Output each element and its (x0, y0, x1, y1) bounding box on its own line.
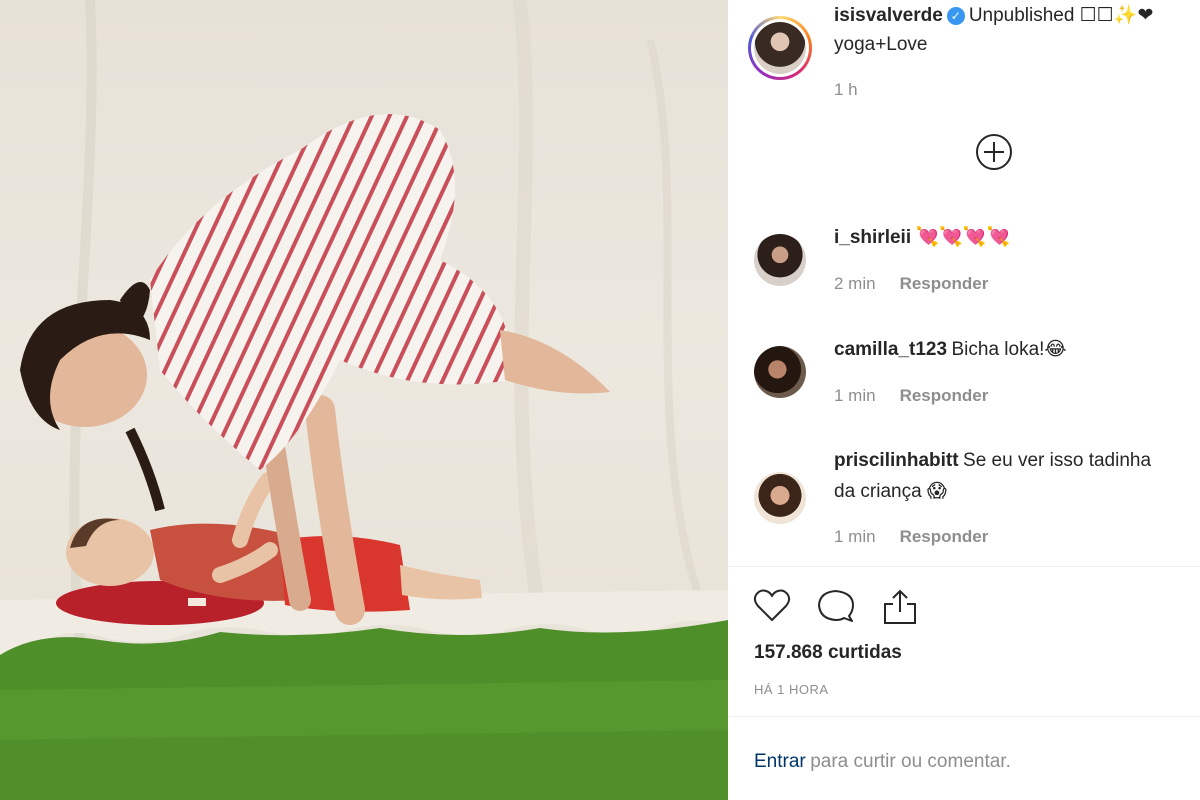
login-link[interactable]: Entrar (754, 751, 806, 772)
comment-text-line2: da criança 😱 (834, 481, 947, 502)
caption-text: Unpublished ☐☐✨❤ (968, 5, 1154, 26)
comment-text: Bicha loka!😂 (951, 339, 1067, 360)
comment-icon[interactable] (816, 586, 856, 626)
comment-avatar[interactable] (754, 234, 806, 286)
post-photo (0, 0, 728, 800)
reply-button[interactable]: Responder (900, 527, 989, 546)
comment-username[interactable]: priscilinhabitt (834, 450, 959, 471)
comment-text: Se eu ver isso tadinha (963, 450, 1152, 471)
comment-avatar[interactable] (754, 346, 806, 398)
author-avatar-image (754, 22, 806, 74)
reply-button[interactable]: Responder (900, 274, 989, 293)
comment-item: priscilinhabitt Se eu ver isso tadinha d… (834, 446, 1200, 507)
verified-check-icon: ✓ (946, 7, 965, 25)
comment-avatar[interactable] (754, 472, 806, 524)
divider (728, 716, 1200, 717)
divider (728, 566, 1200, 567)
comment-time: 2 min (834, 274, 876, 293)
post-date: HÁ 1 HORA (754, 682, 829, 697)
reply-button[interactable]: Responder (900, 386, 989, 405)
comment-item: i_shirleii 💘💘💘💘 (834, 224, 1200, 253)
comment-item: camilla_t123 Bicha loka!😂 (834, 336, 1200, 365)
author-username[interactable]: isisvalverde (834, 5, 943, 26)
comment-meta: 1 min Responder (834, 527, 1200, 547)
heart-icon[interactable] (752, 586, 792, 626)
author-avatar[interactable] (748, 16, 812, 80)
caption: isisvalverde ✓ Unpublished ☐☐✨❤ yoga+Love (834, 2, 1200, 59)
comment-username[interactable]: camilla_t123 (834, 339, 947, 360)
comment-meta: 2 min Responder (834, 274, 1200, 294)
login-prompt-text: para curtir ou comentar. (810, 751, 1011, 772)
comment-text: 💘💘💘💘 (915, 227, 1011, 248)
likes-count[interactable]: 157.868 curtidas (754, 642, 902, 664)
caption-text-line2: yoga+Love (834, 34, 928, 55)
comment-time: 1 min (834, 386, 876, 405)
comment-meta: 1 min Responder (834, 386, 1200, 406)
post-sidebar: isisvalverde ✓ Unpublished ☐☐✨❤ yoga+Love … (728, 0, 1200, 800)
comment-username[interactable]: i_shirleii (834, 227, 911, 248)
comment-time: 1 min (834, 527, 876, 546)
share-icon[interactable] (880, 586, 920, 626)
plus-circle-icon[interactable] (974, 132, 1014, 172)
post-time: 1 h (834, 80, 858, 99)
login-prompt: Entrar para curtir ou comentar. (754, 751, 1011, 773)
